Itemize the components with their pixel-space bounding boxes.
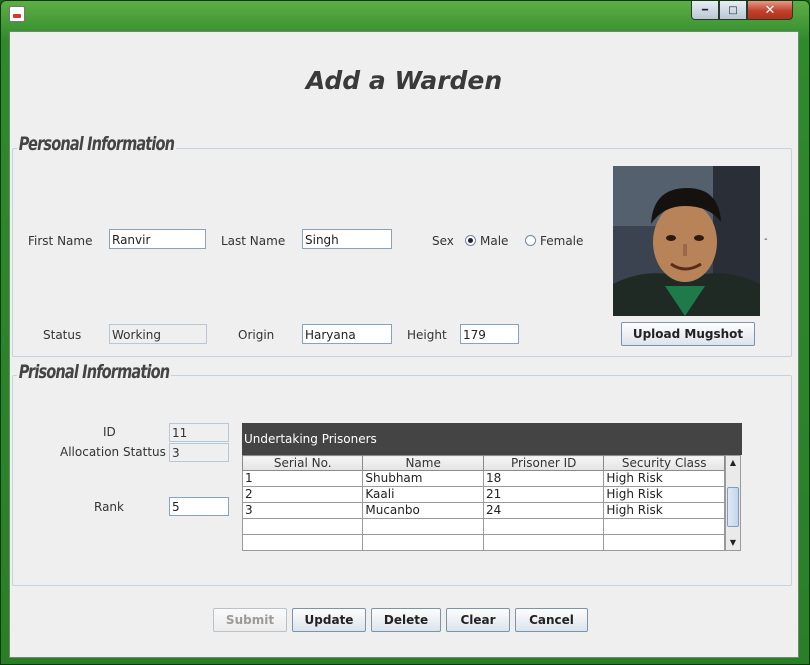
last-name-field[interactable]: Singh [302,229,392,249]
cell-prisoner-id[interactable]: 24 [482,502,605,519]
scroll-down-icon[interactable]: ▼ [726,536,740,550]
origin-label: Origin [238,328,275,342]
table-scrollbar[interactable]: ▲ ▼ [725,455,741,551]
height-label: Height [407,328,447,342]
height-field[interactable]: 179 [460,324,519,344]
java-app-icon [9,6,25,22]
maximize-button[interactable]: □ [719,1,747,20]
page-title: Add a Warden [305,66,503,95]
undertaking-prisoners-title: Undertaking Prisoners [242,423,742,455]
photo-edge-marker: - [764,234,768,245]
cell-security-class[interactable]: High Risk [603,502,725,519]
window-controls: ━ □ ✕ [691,1,793,20]
close-button[interactable]: ✕ [747,1,793,20]
personal-info-legend: Personal Information [17,133,176,155]
cell-name[interactable] [362,534,484,551]
status-label: Status [43,328,82,342]
mugshot-photo [613,166,760,316]
id-field: 11 [169,423,229,442]
cell-serial[interactable]: 1 [241,470,364,487]
prisonal-info-legend: Prisonal Information [17,361,171,383]
female-radio[interactable] [525,235,536,246]
form-area: Add a Warden Personal Information First … [9,31,799,658]
cell-serial[interactable]: 3 [241,502,364,519]
scroll-thumb[interactable] [727,487,739,527]
prisoners-table: Serial No. Name Prisoner ID Security Cla… [241,455,725,551]
female-label: Female [540,234,584,248]
column-security-class[interactable]: Security Class [603,455,725,471]
allocation-status-label: Allocation Stattus [60,445,166,459]
male-label: Male [480,234,509,248]
column-prisoner-id[interactable]: Prisoner ID [482,455,605,471]
cell-security-class[interactable] [603,518,725,535]
scroll-up-icon[interactable]: ▲ [726,456,740,470]
delete-button[interactable]: Delete [371,608,441,632]
clear-button[interactable]: Clear [446,608,510,632]
minimize-button[interactable]: ━ [691,1,719,20]
submit-button[interactable]: Submit [213,608,287,632]
column-name[interactable]: Name [362,455,484,471]
rank-label: Rank [94,500,124,514]
table-row[interactable]: 3 Mucanbo 24 High Risk [241,502,725,519]
first-name-field[interactable]: Ranvir [109,229,206,249]
table-row[interactable] [241,534,725,551]
cell-serial[interactable] [241,518,364,535]
portrait-image [613,166,760,316]
allocation-status-field: 3 [169,443,229,462]
upload-mugshot-button[interactable]: Upload Mugshot [621,322,755,346]
table-row[interactable]: 1 Shubham 18 High Risk [241,470,725,487]
cell-serial[interactable]: 2 [241,486,364,503]
update-button[interactable]: Update [292,608,366,632]
cell-security-class[interactable]: High Risk [603,470,725,487]
cell-prisoner-id[interactable] [482,518,605,535]
cell-name[interactable] [362,518,484,535]
cell-prisoner-id[interactable]: 21 [482,486,605,503]
column-serial-no[interactable]: Serial No. [241,455,364,471]
cell-name[interactable]: Shubham [362,470,484,487]
cell-serial[interactable] [241,534,364,551]
cancel-button[interactable]: Cancel [515,608,588,632]
cell-prisoner-id[interactable] [482,534,605,551]
status-field: Working [109,324,207,344]
app-window: ━ □ ✕ Add a Warden Personal Information … [0,0,810,665]
male-radio[interactable] [465,235,476,246]
sex-label: Sex [432,234,454,248]
first-name-label: First Name [28,234,93,248]
last-name-label: Last Name [221,234,286,248]
rank-field[interactable]: 5 [169,497,229,516]
origin-field[interactable]: Haryana [302,324,392,344]
id-label: ID [103,425,116,439]
cell-security-class[interactable] [603,534,725,551]
cell-security-class[interactable]: High Risk [603,486,725,503]
table-row[interactable] [241,518,725,535]
table-header-row: Serial No. Name Prisoner ID Security Cla… [241,455,725,471]
table-row[interactable]: 2 Kaali 21 High Risk [241,486,725,503]
cell-prisoner-id[interactable]: 18 [482,470,605,487]
cell-name[interactable]: Mucanbo [362,502,484,519]
cell-name[interactable]: Kaali [362,486,484,503]
